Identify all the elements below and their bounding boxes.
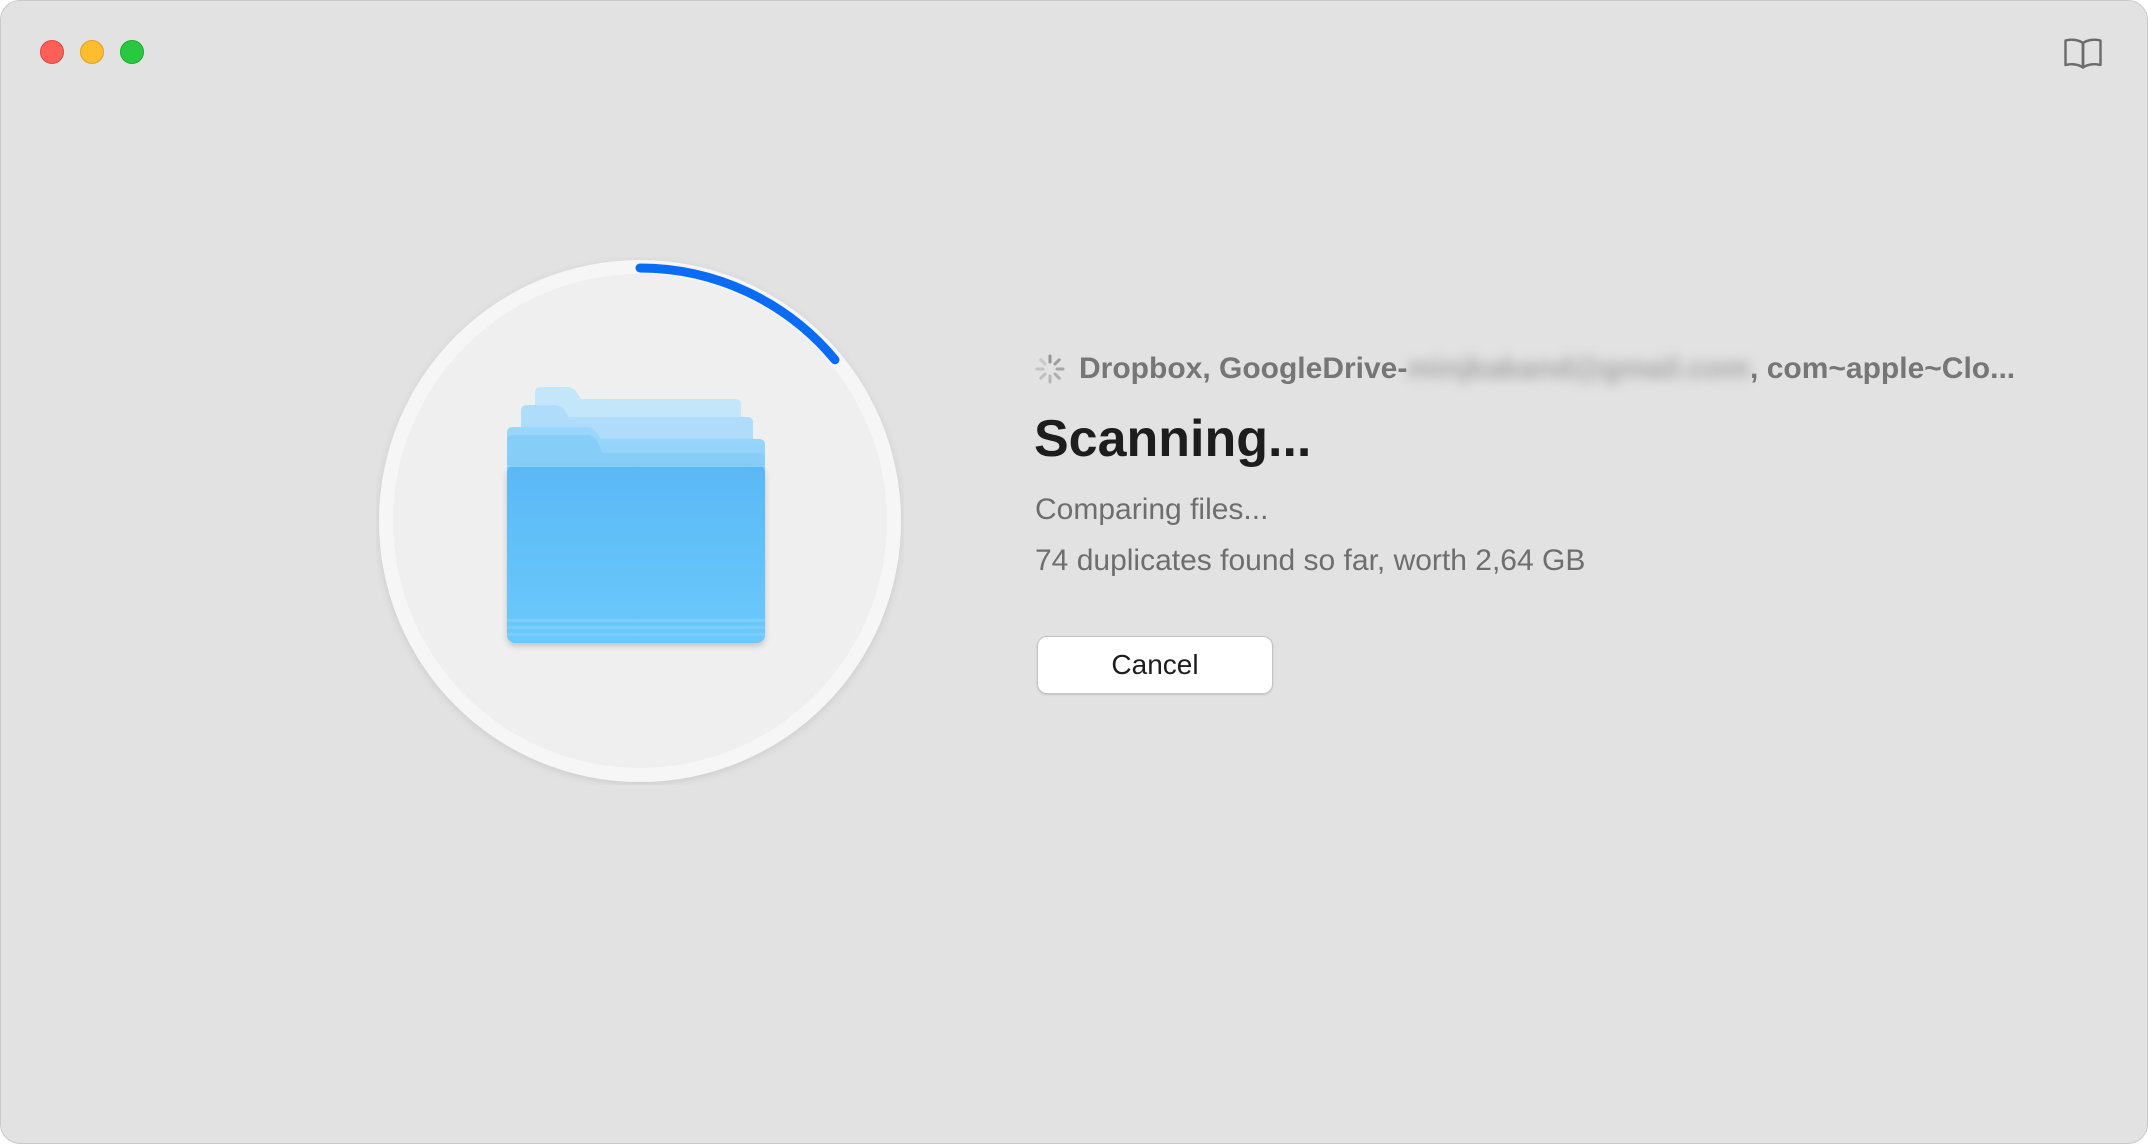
spinner-icon [1035, 354, 1065, 384]
locations-suffix: , com~apple~Clo... [1750, 352, 2016, 385]
scan-summary: 74 duplicates found so far, worth 2,64 G… [1035, 544, 1586, 577]
close-window-button[interactable] [40, 40, 64, 64]
scan-locations: Dropbox, GoogleDrive- minjkakand@gmail.c… [1035, 349, 2015, 389]
zoom-window-button[interactable] [120, 40, 144, 64]
locations-prefix: Dropbox, GoogleDrive- [1079, 352, 1408, 385]
scan-title: Scanning... [1034, 410, 1312, 468]
book-icon[interactable] [2063, 37, 2103, 69]
locations-redacted-email: minjkakand@gmail.com [1407, 352, 1751, 385]
app-window: Dropbox, GoogleDrive- minjkakand@gmail.c… [0, 0, 2148, 1144]
folder-icon [507, 387, 765, 643]
cancel-button[interactable]: Cancel [1037, 636, 1273, 694]
scan-status: Comparing files... [1035, 493, 1269, 526]
minimize-window-button[interactable] [80, 40, 104, 64]
